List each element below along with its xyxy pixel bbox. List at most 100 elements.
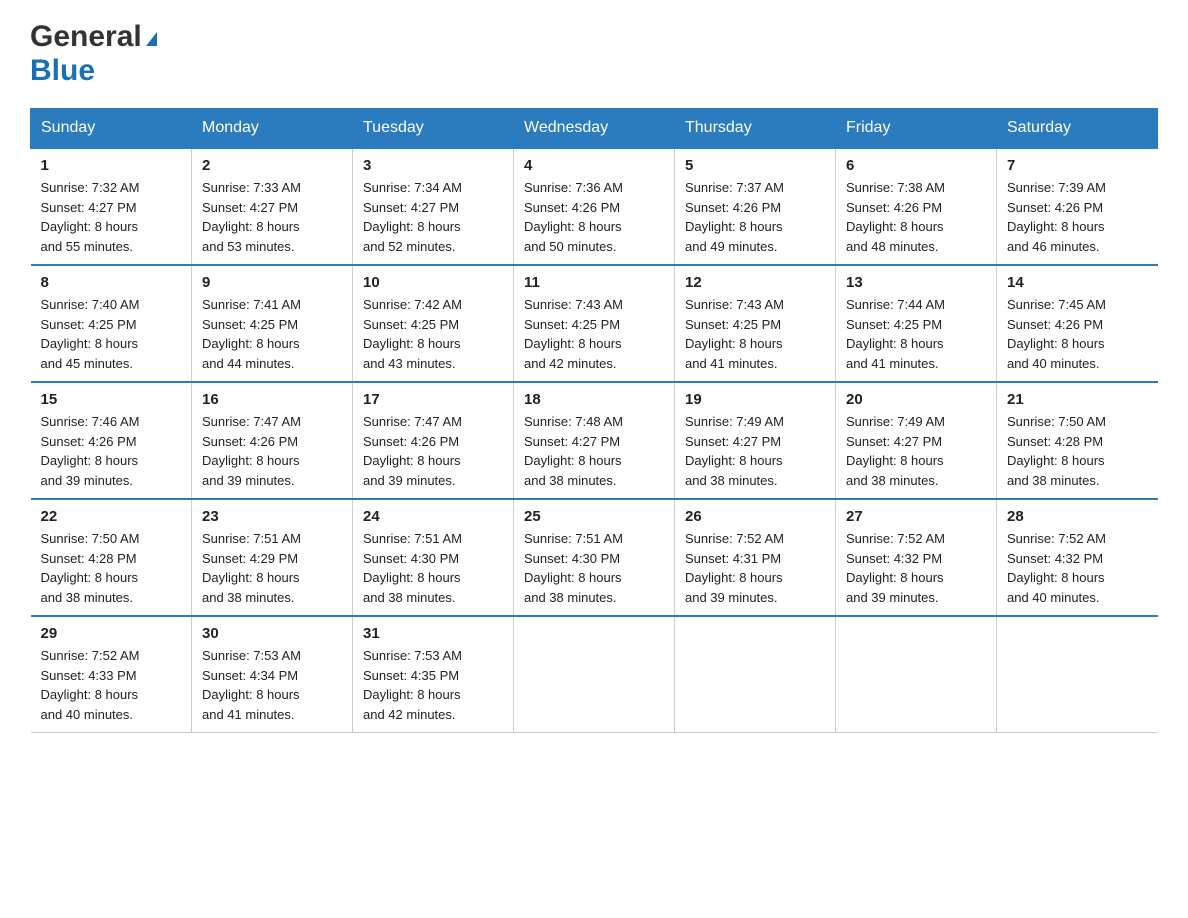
day-number: 25: [524, 508, 664, 525]
day-number: 29: [41, 625, 182, 642]
day-number: 27: [846, 508, 986, 525]
calendar-cell: 12 Sunrise: 7:43 AMSunset: 4:25 PMDaylig…: [675, 265, 836, 382]
day-number: 9: [202, 274, 342, 291]
calendar-cell: 20 Sunrise: 7:49 AMSunset: 4:27 PMDaylig…: [836, 382, 997, 499]
day-number: 20: [846, 391, 986, 408]
day-info: Sunrise: 7:47 AMSunset: 4:26 PMDaylight:…: [363, 412, 503, 490]
day-info: Sunrise: 7:46 AMSunset: 4:26 PMDaylight:…: [41, 412, 182, 490]
calendar-cell: 6 Sunrise: 7:38 AMSunset: 4:26 PMDayligh…: [836, 148, 997, 265]
day-info: Sunrise: 7:48 AMSunset: 4:27 PMDaylight:…: [524, 412, 664, 490]
day-number: 6: [846, 157, 986, 174]
day-info: Sunrise: 7:43 AMSunset: 4:25 PMDaylight:…: [685, 295, 825, 373]
calendar-cell: 9 Sunrise: 7:41 AMSunset: 4:25 PMDayligh…: [192, 265, 353, 382]
calendar-cell: 24 Sunrise: 7:51 AMSunset: 4:30 PMDaylig…: [353, 499, 514, 616]
calendar-cell: 16 Sunrise: 7:47 AMSunset: 4:26 PMDaylig…: [192, 382, 353, 499]
day-info: Sunrise: 7:51 AMSunset: 4:29 PMDaylight:…: [202, 529, 342, 607]
header-wednesday: Wednesday: [514, 109, 675, 149]
header-sunday: Sunday: [31, 109, 192, 149]
calendar-cell: 11 Sunrise: 7:43 AMSunset: 4:25 PMDaylig…: [514, 265, 675, 382]
day-info: Sunrise: 7:40 AMSunset: 4:25 PMDaylight:…: [41, 295, 182, 373]
calendar-cell: 25 Sunrise: 7:51 AMSunset: 4:30 PMDaylig…: [514, 499, 675, 616]
day-number: 12: [685, 274, 825, 291]
header-tuesday: Tuesday: [353, 109, 514, 149]
calendar-cell: 13 Sunrise: 7:44 AMSunset: 4:25 PMDaylig…: [836, 265, 997, 382]
day-number: 19: [685, 391, 825, 408]
calendar-header-row: SundayMondayTuesdayWednesdayThursdayFrid…: [31, 109, 1158, 149]
calendar-cell: 15 Sunrise: 7:46 AMSunset: 4:26 PMDaylig…: [31, 382, 192, 499]
day-number: 26: [685, 508, 825, 525]
calendar-cell: 2 Sunrise: 7:33 AMSunset: 4:27 PMDayligh…: [192, 148, 353, 265]
day-info: Sunrise: 7:51 AMSunset: 4:30 PMDaylight:…: [363, 529, 503, 607]
day-info: Sunrise: 7:33 AMSunset: 4:27 PMDaylight:…: [202, 178, 342, 256]
calendar-cell: [514, 616, 675, 733]
calendar-cell: 26 Sunrise: 7:52 AMSunset: 4:31 PMDaylig…: [675, 499, 836, 616]
day-info: Sunrise: 7:52 AMSunset: 4:32 PMDaylight:…: [846, 529, 986, 607]
calendar-cell: [997, 616, 1158, 733]
day-info: Sunrise: 7:32 AMSunset: 4:27 PMDaylight:…: [41, 178, 182, 256]
day-info: Sunrise: 7:47 AMSunset: 4:26 PMDaylight:…: [202, 412, 342, 490]
header-monday: Monday: [192, 109, 353, 149]
day-number: 23: [202, 508, 342, 525]
calendar-cell: 29 Sunrise: 7:52 AMSunset: 4:33 PMDaylig…: [31, 616, 192, 733]
calendar-cell: 17 Sunrise: 7:47 AMSunset: 4:26 PMDaylig…: [353, 382, 514, 499]
day-number: 24: [363, 508, 503, 525]
header-friday: Friday: [836, 109, 997, 149]
calendar-table: SundayMondayTuesdayWednesdayThursdayFrid…: [30, 108, 1158, 733]
day-info: Sunrise: 7:53 AMSunset: 4:35 PMDaylight:…: [363, 646, 503, 724]
day-info: Sunrise: 7:43 AMSunset: 4:25 PMDaylight:…: [524, 295, 664, 373]
day-number: 3: [363, 157, 503, 174]
day-number: 21: [1007, 391, 1148, 408]
day-info: Sunrise: 7:50 AMSunset: 4:28 PMDaylight:…: [1007, 412, 1148, 490]
day-number: 10: [363, 274, 503, 291]
day-number: 7: [1007, 157, 1148, 174]
day-number: 15: [41, 391, 182, 408]
day-info: Sunrise: 7:49 AMSunset: 4:27 PMDaylight:…: [685, 412, 825, 490]
day-info: Sunrise: 7:34 AMSunset: 4:27 PMDaylight:…: [363, 178, 503, 256]
calendar-cell: 30 Sunrise: 7:53 AMSunset: 4:34 PMDaylig…: [192, 616, 353, 733]
day-info: Sunrise: 7:51 AMSunset: 4:30 PMDaylight:…: [524, 529, 664, 607]
day-info: Sunrise: 7:36 AMSunset: 4:26 PMDaylight:…: [524, 178, 664, 256]
day-info: Sunrise: 7:49 AMSunset: 4:27 PMDaylight:…: [846, 412, 986, 490]
day-number: 13: [846, 274, 986, 291]
calendar-cell: 4 Sunrise: 7:36 AMSunset: 4:26 PMDayligh…: [514, 148, 675, 265]
page-header: General Blue: [30, 20, 1158, 88]
day-info: Sunrise: 7:42 AMSunset: 4:25 PMDaylight:…: [363, 295, 503, 373]
logo-general: General: [30, 20, 142, 54]
day-number: 18: [524, 391, 664, 408]
calendar-week-row: 8 Sunrise: 7:40 AMSunset: 4:25 PMDayligh…: [31, 265, 1158, 382]
calendar-cell: 18 Sunrise: 7:48 AMSunset: 4:27 PMDaylig…: [514, 382, 675, 499]
calendar-cell: 5 Sunrise: 7:37 AMSunset: 4:26 PMDayligh…: [675, 148, 836, 265]
calendar-week-row: 1 Sunrise: 7:32 AMSunset: 4:27 PMDayligh…: [31, 148, 1158, 265]
day-number: 30: [202, 625, 342, 642]
day-info: Sunrise: 7:52 AMSunset: 4:33 PMDaylight:…: [41, 646, 182, 724]
logo: General Blue: [30, 20, 157, 88]
day-number: 31: [363, 625, 503, 642]
calendar-cell: 27 Sunrise: 7:52 AMSunset: 4:32 PMDaylig…: [836, 499, 997, 616]
day-number: 2: [202, 157, 342, 174]
day-info: Sunrise: 7:45 AMSunset: 4:26 PMDaylight:…: [1007, 295, 1148, 373]
day-info: Sunrise: 7:53 AMSunset: 4:34 PMDaylight:…: [202, 646, 342, 724]
calendar-cell: 8 Sunrise: 7:40 AMSunset: 4:25 PMDayligh…: [31, 265, 192, 382]
logo-blue: Blue: [30, 54, 95, 87]
calendar-cell: 7 Sunrise: 7:39 AMSunset: 4:26 PMDayligh…: [997, 148, 1158, 265]
calendar-cell: [836, 616, 997, 733]
day-number: 28: [1007, 508, 1148, 525]
calendar-cell: 28 Sunrise: 7:52 AMSunset: 4:32 PMDaylig…: [997, 499, 1158, 616]
calendar-week-row: 22 Sunrise: 7:50 AMSunset: 4:28 PMDaylig…: [31, 499, 1158, 616]
day-number: 22: [41, 508, 182, 525]
calendar-cell: 19 Sunrise: 7:49 AMSunset: 4:27 PMDaylig…: [675, 382, 836, 499]
header-saturday: Saturday: [997, 109, 1158, 149]
day-info: Sunrise: 7:39 AMSunset: 4:26 PMDaylight:…: [1007, 178, 1148, 256]
calendar-cell: 23 Sunrise: 7:51 AMSunset: 4:29 PMDaylig…: [192, 499, 353, 616]
header-thursday: Thursday: [675, 109, 836, 149]
day-number: 4: [524, 157, 664, 174]
calendar-week-row: 29 Sunrise: 7:52 AMSunset: 4:33 PMDaylig…: [31, 616, 1158, 733]
day-number: 16: [202, 391, 342, 408]
calendar-cell: 3 Sunrise: 7:34 AMSunset: 4:27 PMDayligh…: [353, 148, 514, 265]
calendar-cell: [675, 616, 836, 733]
calendar-cell: 10 Sunrise: 7:42 AMSunset: 4:25 PMDaylig…: [353, 265, 514, 382]
day-number: 1: [41, 157, 182, 174]
day-info: Sunrise: 7:50 AMSunset: 4:28 PMDaylight:…: [41, 529, 182, 607]
day-number: 17: [363, 391, 503, 408]
calendar-week-row: 15 Sunrise: 7:46 AMSunset: 4:26 PMDaylig…: [31, 382, 1158, 499]
